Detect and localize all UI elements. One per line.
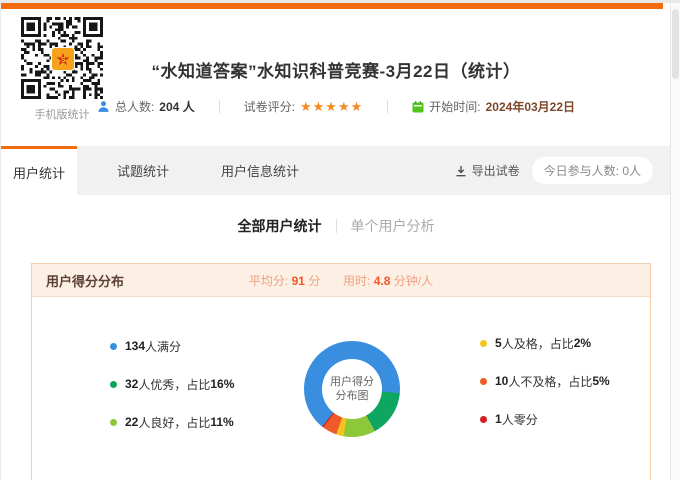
legend-item: 10人不及格，占比5% <box>480 374 610 388</box>
chart-legend-left: 134人满分 32人优秀，占比16% 22人良好，占比11% <box>110 339 234 453</box>
divider <box>387 100 388 113</box>
legend-dot <box>480 378 487 385</box>
divider <box>219 100 220 113</box>
stat-rating: 试卷评分: ★★★★★ <box>244 98 364 115</box>
time-used-label: 用时: <box>343 274 370 288</box>
time-used-unit: 分钟/人 <box>394 274 433 288</box>
legend-item: 32人优秀，占比16% <box>110 377 234 391</box>
stat-rating-label: 试卷评分: <box>244 98 295 115</box>
donut-center-label: 用户得分 分布图 <box>322 359 382 419</box>
page-scrollbar[interactable] <box>670 3 680 480</box>
stat-total-value: 204 人 <box>159 98 194 115</box>
legend-dot <box>110 381 117 388</box>
tab-user-stats[interactable]: 用户统计 <box>1 146 77 195</box>
tab-question-stats[interactable]: 试题统计 <box>91 146 195 195</box>
statistics-page: ★ S 手机版统计 “水知道答案”水知识科普竞赛-3月22日（统计） 总人数: … <box>0 0 680 480</box>
legend-dot <box>110 343 117 350</box>
legend-item: 22人良好，占比11% <box>110 415 234 429</box>
legend-item: 134人满分 <box>110 339 234 353</box>
scrollbar-thumb[interactable] <box>672 9 679 79</box>
person-icon <box>97 100 110 113</box>
subtab-all-users[interactable]: 全部用户统计 <box>224 212 336 240</box>
page-header: ★ S 手机版统计 “水知道答案”水知识科普竞赛-3月22日（统计） 总人数: … <box>1 9 671 146</box>
subtab-single-user[interactable]: 单个用户分析 <box>337 212 449 240</box>
legend-dot <box>480 340 487 347</box>
time-used-value: 4.8 <box>374 274 391 288</box>
header-stats-row: 总人数: 204 人 试卷评分: ★★★★★ 开始时间: 2024年03月22日 <box>1 98 671 115</box>
legend-dot <box>480 416 487 423</box>
avg-score-value: 91 <box>292 274 305 288</box>
export-paper-label: 导出试卷 <box>472 162 520 179</box>
stat-total-label: 总人数: <box>115 98 154 115</box>
tab-userinfo-stats[interactable]: 用户信息统计 <box>195 146 325 195</box>
stat-start-time: 开始时间: 2024年03月22日 <box>412 98 575 115</box>
today-participants-badge: 今日参与人数: 0人 <box>532 157 653 184</box>
legend-item: 5人及格，占比2% <box>480 336 610 350</box>
donut-chart: 用户得分 分布图 <box>304 341 400 437</box>
panel-body: 134人满分 32人优秀，占比16% 22人良好，占比11% 用户得分 分布图 <box>32 297 650 480</box>
panel-metrics: 平均分: 91 分 用时: 4.8 分钟/人 <box>32 272 650 289</box>
avg-score-unit: 分 <box>308 274 320 288</box>
stat-total: 总人数: 204 人 <box>97 98 195 115</box>
export-paper-button[interactable]: 导出试卷 <box>455 162 520 179</box>
score-distribution-panel: 用户得分分布 平均分: 91 分 用时: 4.8 分钟/人 134人满分 32人… <box>31 263 651 480</box>
calendar-icon <box>412 101 424 113</box>
stat-start-label: 开始时间: <box>429 98 480 115</box>
tabbar-toolbar: 导出试卷 今日参与人数: 0人 <box>455 146 653 195</box>
star-rating: ★★★★★ <box>300 99 363 115</box>
main-tab-bar: 用户统计 试题统计 用户信息统计 导出试卷 今日参与人数: 0人 <box>1 146 671 195</box>
legend-item: 1人零分 <box>480 412 610 426</box>
download-icon <box>455 165 467 177</box>
chart-legend-right: 5人及格，占比2% 10人不及格，占比5% 1人零分 <box>480 336 610 450</box>
page-title: “水知道答案”水知识科普竞赛-3月22日（统计） <box>1 57 671 82</box>
stat-start-value: 2024年03月22日 <box>486 98 575 115</box>
avg-score-label: 平均分: <box>249 274 288 288</box>
sub-tab-bar: 全部用户统计 单个用户分析 <box>1 212 671 240</box>
panel-header: 用户得分分布 平均分: 91 分 用时: 4.8 分钟/人 <box>32 264 650 297</box>
legend-dot <box>110 419 117 426</box>
